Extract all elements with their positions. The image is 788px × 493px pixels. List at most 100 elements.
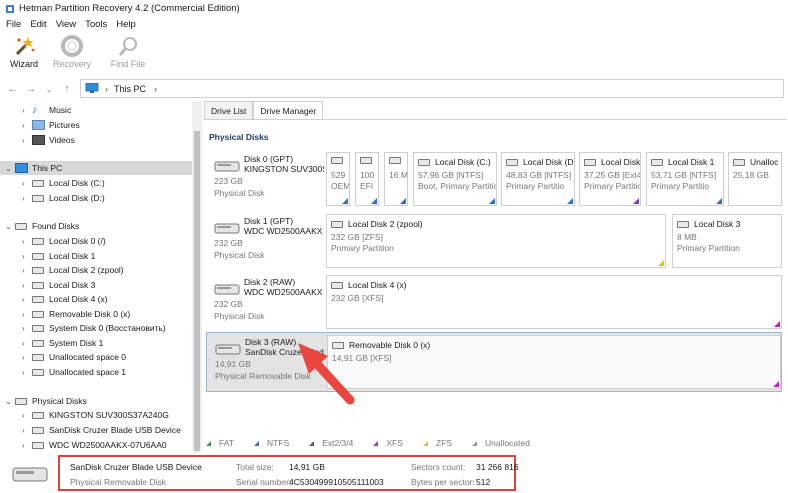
tree-item-found[interactable]: › Local Disk 4 (x) <box>22 292 108 306</box>
collapse-icon[interactable]: ⌄ <box>5 164 15 173</box>
disk-row[interactable]: Disk 0 (GPT) KINGSTON SUV300S 223 GB Phys… <box>206 150 782 210</box>
expand-icon[interactable]: › <box>22 252 32 261</box>
menu-help[interactable]: Help <box>116 19 136 30</box>
tree-item-found[interactable]: › Local Disk 2 (zpool) <box>22 263 124 277</box>
tree-scrollbar[interactable] <box>192 101 202 453</box>
tree-item-local-d[interactable]: › Local Disk (D:) <box>22 191 105 205</box>
menu-view[interactable]: View <box>56 19 76 30</box>
partition-block[interactable]: 100 EFI <box>355 152 379 206</box>
legend-unallocated: Unallocated <box>471 438 530 448</box>
tree-item-found[interactable]: › Unallocated space 0 <box>22 350 126 364</box>
disk-row[interactable]: Disk 1 (GPT) WDC WD2500AAKX 232 GB Physic… <box>206 212 782 272</box>
scrollbar-thumb[interactable] <box>194 131 200 451</box>
disk-info[interactable]: Disk 0 (GPT) KINGSTON SUV300S 223 GB Phys… <box>210 152 324 206</box>
recovery-button[interactable]: Recovery <box>48 31 96 75</box>
disk-info[interactable]: Disk 3 (RAW) SanDisk Cruzer Blad 14,91 GB… <box>211 335 325 389</box>
expand-icon[interactable]: › <box>22 339 32 348</box>
expand-icon[interactable]: › <box>22 121 32 130</box>
partition-block[interactable]: 529 OEM <box>326 152 350 206</box>
menu-tools[interactable]: Tools <box>85 19 107 30</box>
wizard-button[interactable]: Wizard <box>0 31 48 75</box>
expand-icon[interactable]: › <box>22 179 32 188</box>
address-bar[interactable]: › This PC › <box>80 79 784 98</box>
expand-icon[interactable]: › <box>22 310 32 319</box>
up-arrow-icon[interactable]: ↑ <box>58 83 76 95</box>
forward-arrow-icon[interactable]: → <box>22 83 40 95</box>
wand-icon <box>15 37 35 56</box>
menu-edit[interactable]: Edit <box>30 19 46 30</box>
partition-block[interactable]: Local Disk 1 53,71 GB [NTFS] Primary Parti… <box>646 152 724 206</box>
tree-item-found-disks[interactable]: ⌄ Found Disks <box>5 219 79 233</box>
find-file-button[interactable]: Find File <box>104 31 152 75</box>
partition-block[interactable]: Local Disk (D 48,83 GB [NTFS] Primary Part… <box>501 152 575 206</box>
expand-icon[interactable]: › <box>22 295 32 304</box>
partition-block[interactable]: Unalloc 25,18 GB <box>728 152 782 206</box>
chevron-down-icon[interactable]: ⌄ <box>40 85 58 94</box>
partition-name: Removable Disk 0 (x) <box>332 340 430 350</box>
partition-block[interactable]: Local Disk 37,25 GB [Ext4 Primary Partitio <box>579 152 641 206</box>
tree-item-found[interactable]: › Local Disk 1 <box>22 249 95 263</box>
tree-item-music[interactable]: › ♪ Music <box>22 103 71 117</box>
tree-label: This PC <box>32 163 63 173</box>
expand-icon[interactable]: › <box>22 106 32 115</box>
menu-bar: File Edit View Tools Help <box>0 17 788 31</box>
tab-drive-manager[interactable]: Drive Manager <box>253 101 324 119</box>
disk-info[interactable]: Disk 1 (GPT) WDC WD2500AAKX 232 GB Physic… <box>210 214 324 268</box>
expand-icon[interactable]: › <box>22 368 32 377</box>
back-arrow-icon[interactable]: ← <box>4 83 22 95</box>
tree-item-videos[interactable]: › Videos <box>22 133 75 147</box>
bytes-per-sector-value: 512 <box>476 477 491 487</box>
expand-icon[interactable]: › <box>22 426 32 435</box>
tree-item-physical[interactable]: › KINGSTON SUV300S37A240G <box>22 408 169 422</box>
tree-item-found[interactable]: › Removable Disk 0 (x) <box>22 307 130 321</box>
disk-row-selected[interactable]: Disk 3 (RAW) SanDisk Cruzer Blad 14,91 GB… <box>206 332 782 392</box>
partition-block[interactable]: Local Disk 4 (x) 232 GB [XFS] <box>326 275 782 329</box>
menu-file[interactable]: File <box>6 19 21 30</box>
tree-item-found[interactable]: › System Disk 1 <box>22 336 103 350</box>
expand-icon[interactable]: › <box>22 237 32 246</box>
expand-icon[interactable]: › <box>22 441 32 450</box>
expand-icon[interactable]: › <box>22 136 32 145</box>
expand-icon[interactable]: › <box>22 266 32 275</box>
partition-block[interactable]: Local Disk 2 (zpool) 232 GB [ZFS] Primary … <box>326 214 666 268</box>
tree-item-found[interactable]: › Local Disk 3 <box>22 278 95 292</box>
legend-zfs: ZFS <box>422 438 452 448</box>
breadcrumb-chevron-icon[interactable]: › <box>154 84 157 94</box>
tree-item-local-c[interactable]: › Local Disk (C:) <box>22 176 105 190</box>
collapse-icon[interactable]: ⌄ <box>5 397 15 406</box>
partition-block[interactable]: Removable Disk 0 (x) 14,91 GB [XFS] <box>327 335 781 389</box>
drive-icon <box>506 158 518 166</box>
tree-item-pictures[interactable]: › Pictures <box>22 118 80 132</box>
partition-name: Local Disk 4 (x) <box>331 280 407 290</box>
tab-drive-list[interactable]: Drive List <box>204 101 254 119</box>
tree-item-physical-disks[interactable]: ⌄ Physical Disks <box>5 394 87 408</box>
partition-block[interactable]: 16 M <box>384 152 408 206</box>
tree-item-found[interactable]: › Local Disk 0 (/) <box>22 234 106 248</box>
hard-disk-icon <box>214 223 240 234</box>
legend-ext: Ext2/3/4 <box>309 438 353 448</box>
tree-item-found[interactable]: › System Disk 0 (Восстановить) <box>22 321 166 335</box>
expand-icon[interactable]: › <box>22 194 32 203</box>
expand-icon[interactable]: › <box>22 411 32 420</box>
expand-icon[interactable]: › <box>22 281 32 290</box>
breadcrumb-this-pc[interactable]: This PC <box>114 84 146 94</box>
collapse-icon[interactable]: ⌄ <box>5 222 15 231</box>
expand-icon[interactable]: › <box>22 353 32 362</box>
expand-icon[interactable]: › <box>22 324 32 333</box>
tree-item-this-pc[interactable]: ⌄ This PC <box>0 161 192 175</box>
disk-name: Disk 2 (RAW) WDC WD2500AAKX <box>244 277 323 297</box>
disk-name: Disk 3 (RAW) SanDisk Cruzer Blad <box>245 337 324 357</box>
partition-block[interactable]: Local Disk (C:) 57,96 GB [NTFS] Boot, Prim… <box>413 152 497 206</box>
tree-item-physical[interactable]: › SanDisk Cruzer Blade USB Device <box>22 423 181 437</box>
fs-corner-icon <box>658 260 664 266</box>
partition-name: Local Disk 3 <box>677 219 740 229</box>
tree-item-physical[interactable]: › WDC WD2500AAKX-07U6AA0 <box>22 438 167 452</box>
drive-icon <box>331 220 343 228</box>
disk-row[interactable]: Disk 2 (RAW) WDC WD2500AAKX 232 GB Physic… <box>206 273 782 333</box>
disk-size: 223 GB <box>214 176 243 186</box>
tree-item-found[interactable]: › Unallocated space 1 <box>22 365 126 379</box>
disk-info[interactable]: Disk 2 (RAW) WDC WD2500AAKX 232 GB Physic… <box>210 275 324 329</box>
partition-block[interactable]: Local Disk 3 8 MB Primary Partition <box>672 214 782 268</box>
drive-icon <box>32 339 44 347</box>
tree-label: Local Disk 2 (zpool) <box>49 265 124 275</box>
